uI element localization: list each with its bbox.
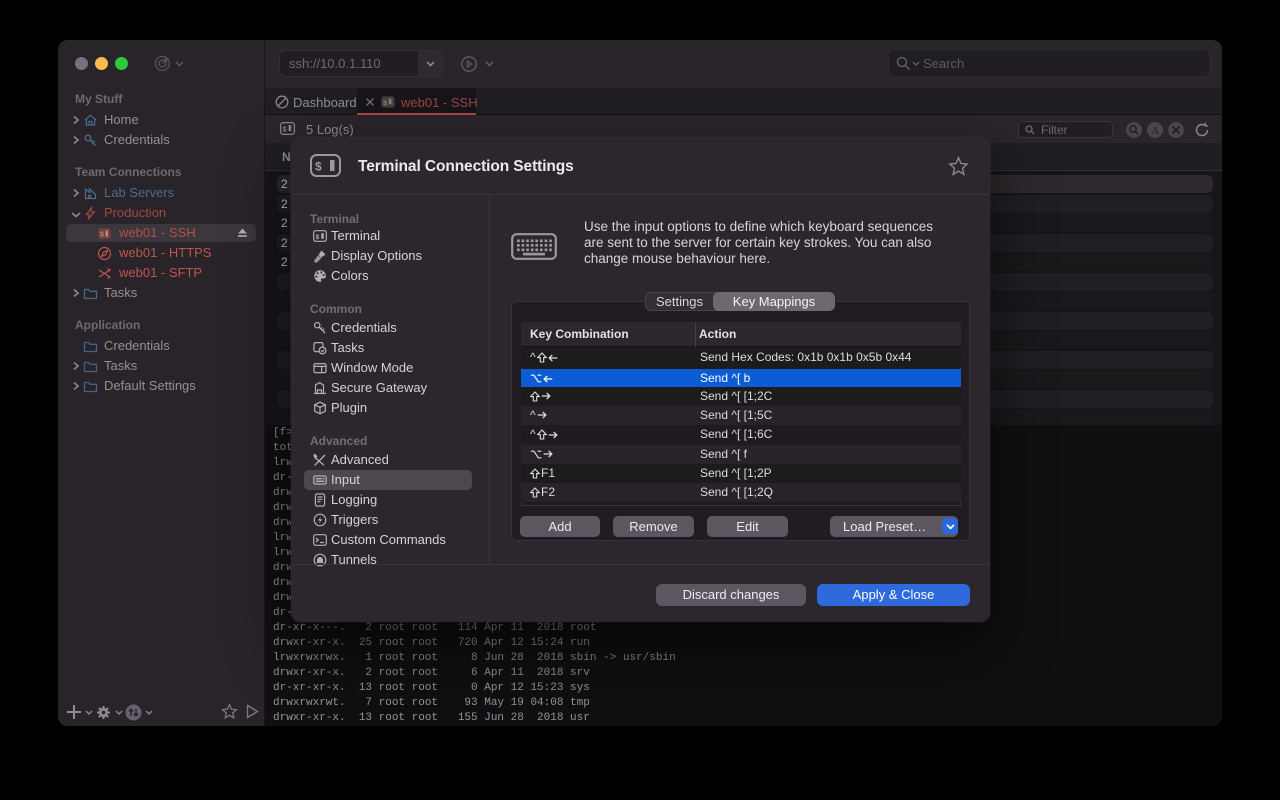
svg-text:$: $: [383, 100, 387, 107]
svg-text:$: $: [283, 127, 287, 134]
svg-text:$: $: [315, 160, 322, 174]
svg-text:$: $: [100, 232, 104, 239]
svg-text:$: $: [316, 234, 320, 241]
svg-text:A: A: [1151, 125, 1159, 137]
